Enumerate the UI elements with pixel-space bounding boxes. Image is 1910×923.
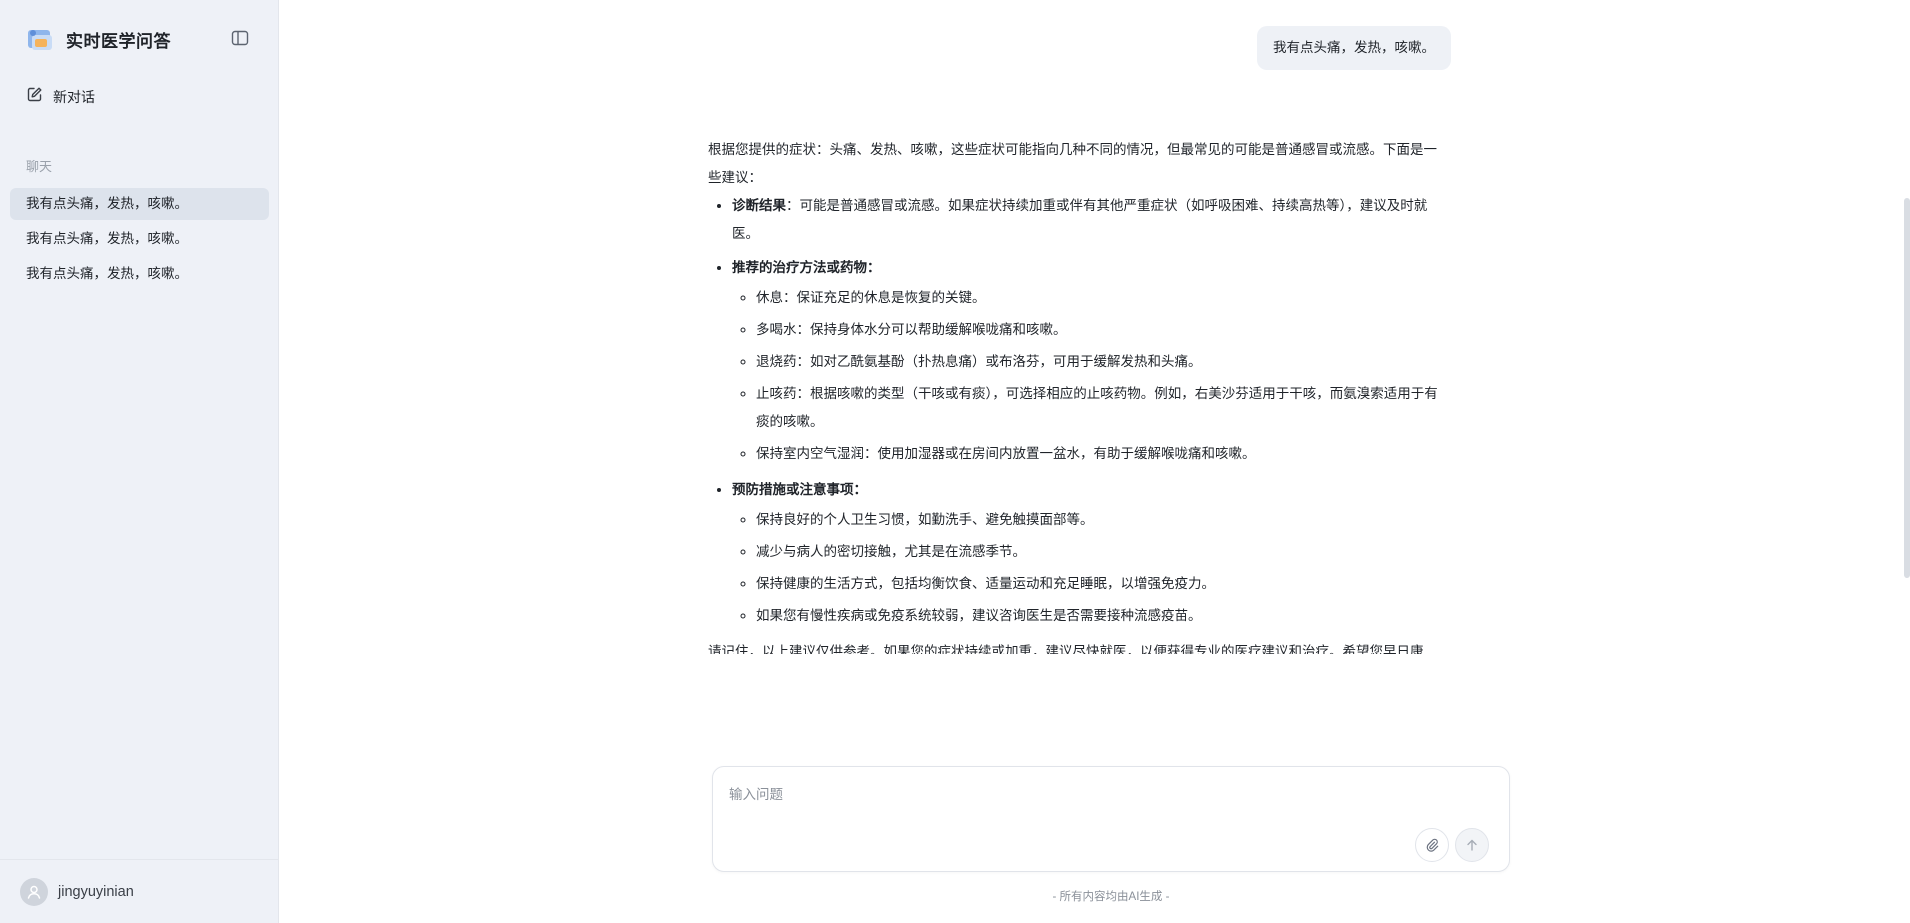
sidebar: 实时医学问答 新对话 聊天 我有点头痛，发热，咳嗽。 我有点头痛，发热，咳嗽。 … [0,0,279,923]
user-icon [27,885,41,899]
answer-closing: 请记住，以上建议仅供参考。如果您的症状持续或加重，建议尽快就医，以便获得专业的医… [708,644,1424,654]
treatment-subitem: 止咳药：根据咳嗽的类型（干咳或有痰），可选择相应的止咳药物。例如，右美沙芬适用于… [756,380,1442,436]
username: jingyuyinian [58,883,134,900]
treatment-sublist: 休息：保证充足的休息是恢复的关键。 多喝水：保持身体水分可以帮助缓解喉咙痛和咳嗽… [732,284,1442,468]
chat-history-list: 我有点头痛，发热，咳嗽。 我有点头痛，发热，咳嗽。 我有点头痛，发热，咳嗽。 [10,188,269,293]
send-button[interactable] [1455,828,1489,862]
treatment-item: 推荐的治疗方法或药物： 休息：保证充足的休息是恢复的关键。 多喝水：保持身体水分… [732,254,1442,468]
diagnosis-text: ：可能是普通感冒或流感。如果症状持续加重或伴有其他严重症状（如呼吸困难、持续高热… [732,198,1428,241]
treatment-label: 推荐的治疗方法或药物： [732,260,881,275]
prevention-item: 预防措施或注意事项： 保持良好的个人卫生习惯，如勤洗手、避免触摸面部等。 减少与… [732,476,1442,630]
assistant-answer: 根据您提供的症状：头痛、发热、咳嗽，这些症状可能指向几种不同的情况，但最常见的可… [708,136,1442,654]
history-item[interactable]: 我有点头痛，发热，咳嗽。 [10,258,269,290]
app-logo-icon [26,26,54,52]
edit-icon [26,86,43,108]
answer-list: 诊断结果：可能是普通感冒或流感。如果症状持续加重或伴有其他严重症状（如呼吸困难、… [708,192,1442,630]
diagnosis-label: 诊断结果 [732,198,786,213]
prevention-sublist: 保持良好的个人卫生习惯，如勤洗手、避免触摸面部等。 减少与病人的密切接触，尤其是… [732,506,1442,630]
prevention-subitem: 保持健康的生活方式，包括均衡饮食、适量运动和充足睡眠，以增强免疫力。 [756,570,1442,598]
history-item[interactable]: 我有点头痛，发热，咳嗽。 [10,223,269,255]
app-title: 实时医学问答 [66,31,171,51]
avatar [20,877,48,906]
user-message-bubble: 我有点头痛，发热，咳嗽。 [1257,26,1451,70]
new-chat-button[interactable]: 新对话 [26,86,95,108]
history-item[interactable]: 我有点头痛，发热，咳嗽。 [10,188,269,220]
brand: 实时医学问答 [26,26,171,52]
treatment-subitem: 多喝水：保持身体水分可以帮助缓解喉咙痛和咳嗽。 [756,316,1442,344]
chat-main: 我有点头痛，发热，咳嗽。 根据您提供的症状：头痛、发热、咳嗽，这些症状可能指向几… [280,0,1910,923]
arrow-up-icon [1467,839,1477,851]
attach-button[interactable] [1415,828,1449,862]
user-profile[interactable]: jingyuyinian [0,859,278,923]
treatment-subitem: 保持室内空气湿润：使用加湿器或在房间内放置一盆水，有助于缓解喉咙痛和咳嗽。 [756,440,1442,468]
chat-section-label: 聊天 [26,159,53,174]
prevention-subitem: 如果您有慢性疾病或免疫系统较弱，建议咨询医生是否需要接种流感疫苗。 [756,602,1442,630]
chat-scrollbar[interactable] [1904,198,1910,578]
question-input[interactable] [727,781,1491,835]
ai-disclaimer: - 所有内容均由AI生成 - [1052,891,1170,903]
treatment-subitem: 退烧药：如对乙酰氨基酚（扑热息痛）或布洛芬，可用于缓解发热和头痛。 [756,348,1442,376]
paperclip-icon [1426,838,1439,852]
diagnosis-item: 诊断结果：可能是普通感冒或流感。如果症状持续加重或伴有其他严重症状（如呼吸困难、… [732,192,1442,248]
prevention-subitem: 减少与病人的密切接触，尤其是在流感季节。 [756,538,1442,566]
sidebar-toggle-icon[interactable] [231,29,249,47]
prevention-subitem: 保持良好的个人卫生习惯，如勤洗手、避免触摸面部等。 [756,506,1442,534]
answer-intro: 根据您提供的症状：头痛、发热、咳嗽，这些症状可能指向几种不同的情况，但最常见的可… [708,142,1437,185]
new-chat-label: 新对话 [53,89,95,105]
treatment-subitem: 休息：保证充足的休息是恢复的关键。 [756,284,1442,312]
question-input-box [712,766,1510,872]
prevention-label: 预防措施或注意事项： [732,482,867,497]
